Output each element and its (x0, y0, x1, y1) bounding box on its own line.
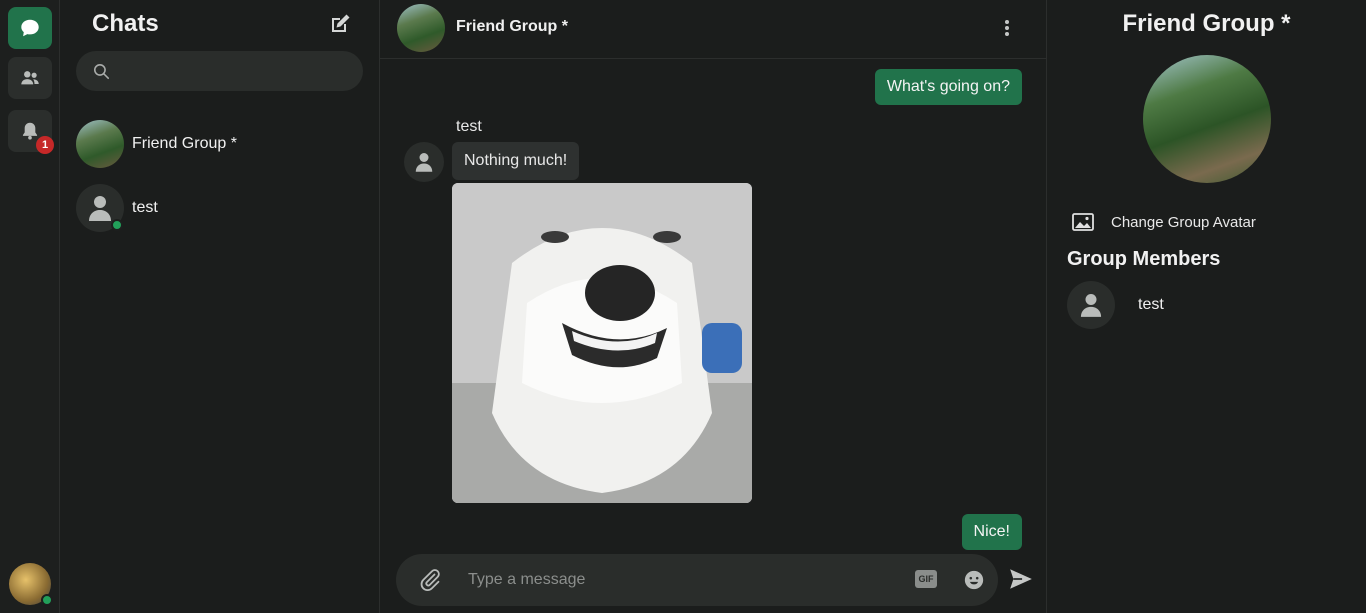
app: 1 Chats Friend Group * test Friend Group… (0, 0, 1366, 613)
online-status-dot (41, 594, 53, 606)
paperclip-icon[interactable] (418, 568, 442, 592)
message-input[interactable] (468, 564, 898, 596)
conversation-header: Friend Group * (380, 0, 1046, 59)
chats-panel: Chats Friend Group * test (60, 0, 380, 613)
compose-icon[interactable] (328, 12, 352, 36)
group-member-item[interactable]: test (1067, 281, 1164, 329)
conversation-panel: Friend Group * What's going on? test Not… (380, 0, 1047, 613)
emoji-icon[interactable] (963, 569, 985, 591)
rail-friends-button[interactable] (8, 57, 52, 99)
group-member-name: test (1138, 296, 1164, 313)
chat-item-test[interactable]: test (76, 184, 366, 232)
image-icon (1072, 213, 1094, 231)
send-icon[interactable] (1008, 566, 1034, 592)
message-composer: GIF (396, 554, 998, 606)
sender-avatar[interactable] (404, 142, 444, 182)
change-group-avatar-button[interactable]: Change Group Avatar (1071, 210, 1256, 234)
change-group-avatar-label: Change Group Avatar (1111, 213, 1256, 231)
group-members-title: Group Members (1067, 248, 1221, 270)
person-icon (89, 196, 111, 221)
gif-button[interactable]: GIF (915, 570, 937, 588)
friend-group-avatar (76, 120, 124, 168)
people-icon (21, 71, 39, 85)
online-status-dot (111, 219, 123, 231)
image-attachment[interactable] (452, 183, 752, 503)
rail-chats-button[interactable] (8, 7, 52, 49)
chat-bubble-icon (21, 19, 39, 37)
notification-badge: 1 (36, 136, 54, 154)
person-icon (415, 153, 433, 172)
group-info-panel: Friend Group * Change Group Avatar Group… (1047, 0, 1366, 613)
chats-title: Chats (92, 10, 159, 37)
outgoing-message: Nice! (961, 514, 1022, 550)
search-icon (93, 63, 110, 80)
rail-notifications-button[interactable]: 1 (8, 110, 54, 154)
chat-item-name: Friend Group * (132, 135, 237, 152)
chat-item-name: test (132, 199, 158, 216)
more-options-icon[interactable] (997, 16, 1017, 40)
person-icon (1080, 294, 1102, 317)
user-avatar[interactable] (9, 563, 53, 606)
default-avatar (1067, 281, 1115, 329)
chat-item-friend-group[interactable]: Friend Group * (76, 120, 366, 168)
conversation-title: Friend Group * (456, 18, 568, 35)
message-sender: test (456, 118, 482, 135)
group-avatar (1143, 55, 1271, 183)
group-info-title: Friend Group * (1122, 10, 1291, 37)
dog-image (452, 183, 752, 503)
incoming-message: Nothing much! (452, 142, 580, 180)
nav-rail: 1 (0, 0, 60, 613)
default-avatar (76, 184, 124, 232)
conversation-avatar[interactable] (397, 4, 445, 52)
search-input[interactable] (76, 51, 363, 91)
outgoing-message: What's going on? (874, 69, 1022, 105)
